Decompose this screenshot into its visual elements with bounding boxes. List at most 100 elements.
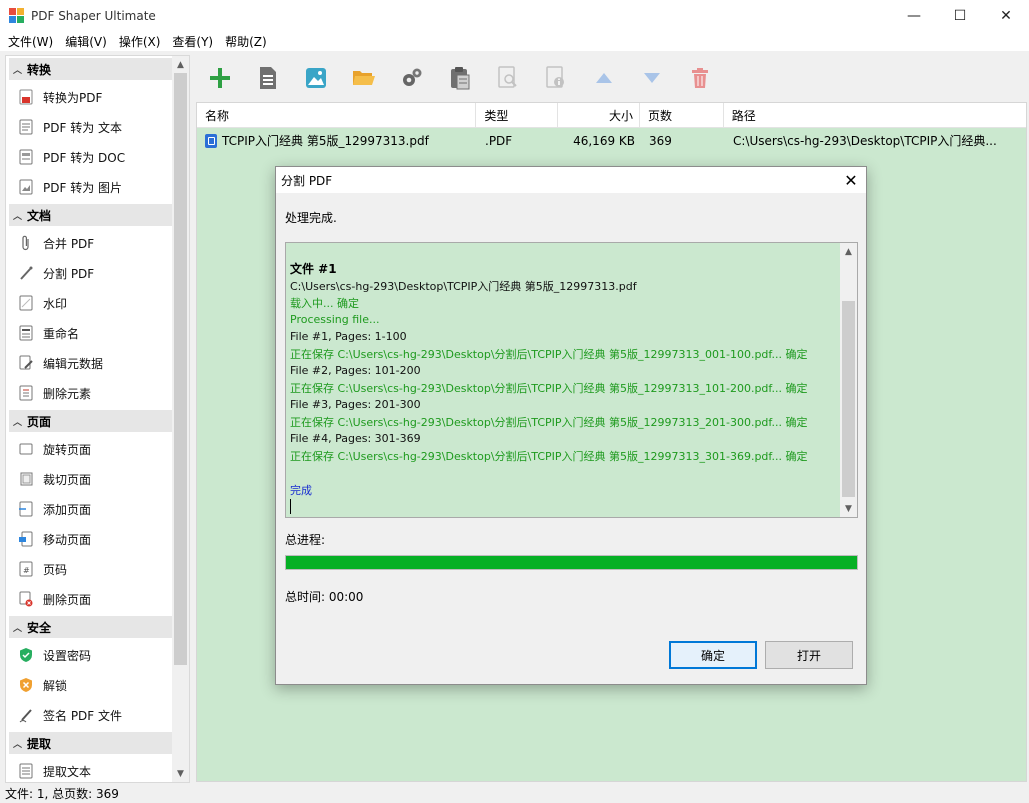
total-time-label: 总时间: 00:00: [285, 590, 364, 604]
extract-text-icon: [18, 763, 34, 779]
sidebar-item-label: 设置密码: [43, 648, 92, 663]
progress-label: 总进程:: [285, 533, 326, 547]
sidebar-item-sign-pdf[interactable]: 签名 PDF 文件: [6, 700, 174, 730]
image-button[interactable]: [300, 62, 332, 94]
split-pdf-dialog: 分割 PDF ✕ 处理完成. 文件 #1 C:\Users\cs-hg-293\D…: [275, 166, 867, 685]
log-line: 正在保存 C:\Users\cs-hg-293\Desktop\分割后\TCPI…: [290, 347, 808, 361]
sidebar-item-set-password[interactable]: 设置密码: [6, 640, 174, 670]
settings-button[interactable]: [396, 62, 428, 94]
edit-metadata-icon: [18, 355, 34, 371]
scrollbar-thumb[interactable]: [842, 301, 855, 497]
open-folder-icon: [353, 71, 375, 85]
split-icon: [18, 265, 34, 281]
column-header-pages[interactable]: 页数: [640, 103, 724, 127]
column-header-size[interactable]: 大小: [558, 103, 640, 127]
scroll-down-arrow-icon[interactable]: ▼: [840, 500, 857, 517]
sidebar-section-pages[interactable]: ︿ 页面: [9, 410, 172, 432]
log-line: File #2, Pages: 101-200: [290, 364, 421, 377]
dialog-status-text: 处理完成.: [285, 211, 337, 225]
pdf-file-icon: [205, 133, 217, 148]
sidebar-item-pdf-to-image[interactable]: PDF 转为 图片: [6, 172, 174, 202]
close-button[interactable]: ✕: [983, 0, 1029, 31]
sidebar-item-convert-to-pdf[interactable]: 转换为PDF: [6, 82, 174, 112]
sidebar-item-split-pdf[interactable]: 分割 PDF: [6, 258, 174, 288]
scroll-up-arrow-icon[interactable]: ▲: [172, 56, 189, 73]
scrollbar-thumb[interactable]: [174, 73, 187, 665]
sidebar-item-merge-pdf[interactable]: 合并 PDF: [6, 228, 174, 258]
sidebar-item-watermark[interactable]: 水印: [6, 288, 174, 318]
menu-edit[interactable]: 编辑(V): [61, 33, 111, 50]
dialog-title: 分割 PDF: [281, 173, 333, 188]
sidebar-item-extract-text[interactable]: 提取文本: [6, 756, 174, 782]
paste-icon: [451, 67, 470, 90]
menu-action[interactable]: 操作(X): [115, 33, 165, 50]
move-page-icon: [18, 531, 34, 547]
sidebar-item-rotate-page[interactable]: 旋转页面: [6, 434, 174, 464]
column-header-path[interactable]: 路径: [724, 103, 1026, 127]
sidebar-section-convert[interactable]: ︿ 转换: [9, 58, 172, 80]
file-list-header: 名称 类型 大小 页数 路径: [197, 103, 1026, 128]
chevron-up-icon: ︿: [13, 623, 23, 634]
sidebar-scrollbar[interactable]: ▲ ▼: [172, 56, 189, 782]
move-up-button[interactable]: [588, 62, 620, 94]
sidebar-item-move-page[interactable]: 移动页面: [6, 524, 174, 554]
table-row[interactable]: TCPIP入门经典 第5版_12997313.pdf .PDF 46,169 K…: [197, 128, 1026, 153]
chevron-up-icon: ︿: [13, 65, 23, 76]
menu-help[interactable]: 帮助(Z): [221, 33, 271, 50]
sidebar-item-delete-page[interactable]: 删除页面: [6, 584, 174, 614]
scroll-up-arrow-icon[interactable]: ▲: [840, 243, 857, 260]
paste-button[interactable]: [444, 62, 476, 94]
log-line: 文件 #1: [290, 262, 337, 276]
open-button[interactable]: 打开: [765, 641, 853, 669]
ok-button[interactable]: 确定: [669, 641, 757, 669]
sidebar-item-label: 旋转页面: [43, 442, 92, 457]
log-output[interactable]: 文件 #1 C:\Users\cs-hg-293\Desktop\TCPIP入门经…: [285, 242, 858, 518]
sidebar-section-document[interactable]: ︿ 文档: [9, 204, 172, 226]
sidebar-item-edit-metadata[interactable]: 编辑元数据: [6, 348, 174, 378]
sidebar-item-label: 水印: [43, 296, 68, 311]
log-line: C:\Users\cs-hg-293\Desktop\TCPIP入门经典 第5版…: [290, 279, 637, 293]
menu-view[interactable]: 查看(Y): [168, 33, 217, 50]
rename-icon: [18, 325, 34, 341]
search-button[interactable]: [492, 62, 524, 94]
sidebar-item-rename[interactable]: 重命名: [6, 318, 174, 348]
document-button[interactable]: [252, 62, 284, 94]
section-title: 页面: [27, 414, 52, 429]
log-scrollbar[interactable]: ▲ ▼: [840, 243, 857, 517]
minimize-button[interactable]: —: [891, 0, 937, 31]
delete-button[interactable]: [684, 62, 716, 94]
sidebar-item-add-page[interactable]: 添加页面: [6, 494, 174, 524]
open-folder-button[interactable]: [348, 62, 380, 94]
section-title: 文档: [27, 208, 52, 223]
add-page-icon: [18, 501, 34, 517]
column-header-type[interactable]: 类型: [476, 103, 559, 127]
section-title: 提取: [27, 736, 52, 751]
sidebar-item-unlock[interactable]: 解锁: [6, 670, 174, 700]
sidebar-item-crop-page[interactable]: 裁切页面: [6, 464, 174, 494]
sidebar-item-label: 删除元素: [43, 386, 92, 401]
file-type: .PDF: [485, 133, 513, 148]
sidebar-item-label: 删除页面: [43, 592, 92, 607]
maximize-button[interactable]: ☐: [937, 0, 983, 31]
menu-file[interactable]: 文件(W): [4, 33, 57, 50]
crop-page-icon: [18, 471, 34, 487]
sidebar-item-pdf-to-doc[interactable]: PDF 转为 DOC: [6, 142, 174, 172]
sidebar-item-pdf-to-text[interactable]: PDF 转为 文本: [6, 112, 174, 142]
dialog-close-button[interactable]: ✕: [836, 167, 866, 193]
add-button[interactable]: [204, 62, 236, 94]
log-line: File #3, Pages: 201-300: [290, 398, 421, 411]
column-header-name[interactable]: 名称: [197, 103, 477, 127]
scroll-down-arrow-icon[interactable]: ▼: [172, 765, 189, 782]
section-title: 安全: [27, 620, 52, 635]
page-number-icon: #: [18, 561, 34, 577]
pdf-to-text-icon: [18, 119, 34, 135]
dialog-title-bar: 分割 PDF ✕: [276, 167, 866, 193]
sidebar-section-security[interactable]: ︿ 安全: [9, 616, 172, 638]
move-down-button[interactable]: [636, 62, 668, 94]
info-button[interactable]: [540, 62, 572, 94]
sidebar-item-delete-elements[interactable]: 删除元素: [6, 378, 174, 408]
log-lines: 文件 #1 C:\Users\cs-hg-293\Desktop\TCPIP入门经…: [290, 260, 835, 515]
chevron-up-icon: ︿: [13, 417, 23, 428]
sidebar-section-extract[interactable]: ︿ 提取: [9, 732, 172, 754]
sidebar-item-page-number[interactable]: # 页码: [6, 554, 174, 584]
